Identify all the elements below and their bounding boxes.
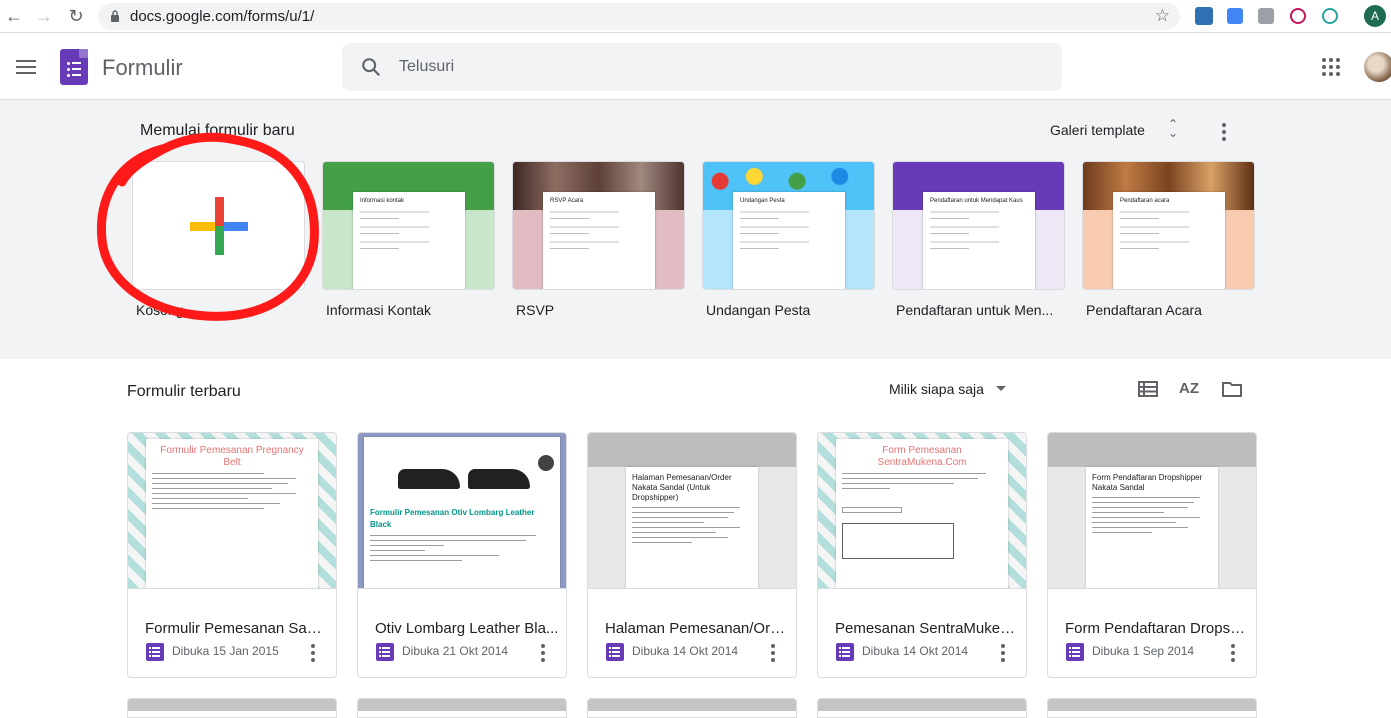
forms-file-icon [376, 643, 394, 661]
form-thumbnail: Formulir Pemesanan Otiv Lombarg Leather … [358, 433, 566, 589]
form-opened-date: Dibuka 1 Sep 2014 [1092, 644, 1195, 658]
recent-form-card[interactable]: Halaman Pemesanan/Order Nakata Sandal (U… [587, 432, 797, 678]
reload-icon[interactable]: ↻ [66, 6, 86, 26]
recent-form-card[interactable]: Form Pendaftaran Dropshipper Nakata Sand… [1047, 432, 1257, 678]
google-apps-icon[interactable] [1322, 58, 1340, 76]
forms-file-icon [836, 643, 854, 661]
form-opened-date: Dibuka 15 Jan 2015 [172, 644, 279, 658]
recent-forms-title: Formulir terbaru [127, 383, 241, 400]
thumb-title: Form Pemesanan SentraMukena.Com [877, 445, 967, 468]
template-tshirt-signup[interactable]: Pendaftaran untuk Mendapat Kaus [892, 161, 1065, 290]
search-input[interactable]: Telusuri [342, 43, 1062, 91]
address-url: docs.google.com/forms/u/1/ [130, 8, 315, 25]
template-label: Undangan Pesta [706, 302, 811, 318]
template-gallery-button[interactable]: Galeri template [1050, 122, 1145, 138]
form-more-options-icon[interactable] [1001, 644, 1005, 665]
search-placeholder: Telusuri [399, 58, 455, 75]
account-avatar[interactable] [1364, 52, 1391, 82]
template-paper-title: Undangan Pesta [740, 198, 785, 204]
thumb-title: Halaman Pemesanan/Order Nakata Sandal (U… [632, 473, 732, 502]
bookmark-star-icon[interactable]: ☆ [1155, 6, 1170, 26]
form-opened-date: Dibuka 21 Okt 2014 [402, 644, 509, 658]
recent-form-card[interactable]: Form Pemesanan SentraMukena.Com Pemesana… [817, 432, 1027, 678]
recent-form-card[interactable]: Formulir Pemesanan Pregnancy Belt Formul… [127, 432, 337, 678]
form-thumbnail: Form Pendaftaran Dropshipper Nakata Sand… [1048, 433, 1256, 589]
template-paper-title: RSVP Acara [550, 198, 584, 204]
form-thumbnail: Formulir Pemesanan Pregnancy Belt [128, 433, 336, 589]
recent-form-card-partial[interactable] [127, 698, 337, 718]
recent-form-card-partial[interactable] [587, 698, 797, 718]
template-paper-title: Informasi kontak [360, 198, 405, 204]
app-title[interactable]: Formulir [102, 55, 183, 81]
extension-badge-icon[interactable] [1290, 8, 1306, 24]
shoe-image [370, 443, 554, 507]
template-party-invite[interactable]: Undangan Pesta [702, 161, 875, 290]
browser-toolbar: ← → ↻ docs.google.com/forms/u/1/ ☆ A [0, 0, 1391, 33]
template-label: RSVP [516, 302, 555, 318]
extension-globe-icon[interactable] [1322, 8, 1338, 24]
thumb-title: Formulir Pemesanan Pregnancy Belt [160, 445, 304, 468]
address-bar[interactable]: docs.google.com/forms/u/1/ ☆ [98, 3, 1180, 30]
form-name[interactable]: Pemesanan SentraMuken... [835, 620, 1020, 637]
extension-calendar-icon[interactable] [1227, 8, 1243, 24]
form-thumbnail: Halaman Pemesanan/Order Nakata Sandal (U… [588, 433, 796, 589]
thumb-title: Form Pendaftaran Dropshipper Nakata Sand… [1092, 473, 1203, 492]
dropdown-caret-icon[interactable] [996, 386, 1006, 391]
recent-form-card-partial[interactable] [817, 698, 1027, 718]
browser-profile-avatar[interactable]: A [1364, 5, 1386, 27]
form-more-options-icon[interactable] [771, 644, 775, 665]
search-icon [362, 58, 381, 77]
lock-icon [111, 10, 119, 22]
forms-file-icon [146, 643, 164, 661]
recent-form-card-partial[interactable] [1047, 698, 1257, 718]
form-name[interactable]: Formulir Pemesanan Sabu... [145, 620, 330, 637]
annotation-circle [96, 132, 319, 321]
more-options-icon[interactable] [1222, 123, 1226, 144]
form-name[interactable]: Halaman Pemesanan/Ord... [605, 620, 790, 637]
recent-form-card[interactable]: Formulir Pemesanan Otiv Lombarg Leather … [357, 432, 567, 678]
extension-icon[interactable] [1195, 7, 1213, 25]
recent-form-card-partial[interactable] [357, 698, 567, 718]
template-label: Informasi Kontak [326, 302, 432, 318]
main-menu-icon[interactable] [16, 60, 36, 74]
template-paper-title: Pendaftaran acara [1120, 198, 1170, 204]
extension-code-icon[interactable] [1258, 8, 1274, 24]
form-opened-date: Dibuka 14 Okt 2014 [862, 644, 969, 658]
thumb-title: Formulir Pemesanan Otiv Lombarg Leather … [370, 508, 535, 529]
form-more-options-icon[interactable] [311, 644, 315, 665]
expand-collapse-icon[interactable]: ⌃ ⌄ [1168, 118, 1178, 139]
template-event-registration[interactable]: Pendaftaran acara [1082, 161, 1255, 290]
forms-file-icon [606, 643, 624, 661]
form-opened-date: Dibuka 14 Okt 2014 [632, 644, 739, 658]
template-label: Pendaftaran untuk Men... [896, 302, 1054, 318]
forward-icon[interactable]: → [34, 6, 54, 26]
form-name[interactable]: Form Pendaftaran Dropsh... [1065, 620, 1250, 637]
owner-filter-dropdown[interactable]: Milik siapa saja [889, 381, 984, 397]
template-label: Pendaftaran Acara [1086, 302, 1202, 318]
form-thumbnail: Form Pemesanan SentraMukena.Com [818, 433, 1026, 589]
template-rsvp[interactable]: RSVP Acara [512, 161, 685, 290]
form-more-options-icon[interactable] [1231, 644, 1235, 665]
form-name[interactable]: Otiv Lombarg Leather Bla... [375, 620, 560, 637]
template-paper-title: Pendaftaran untuk Mendapat Kaus [930, 198, 1023, 204]
app-header: Formulir Telusuri [0, 33, 1391, 100]
template-contact-info[interactable]: Informasi kontak [322, 161, 495, 290]
list-view-icon[interactable] [1137, 378, 1159, 400]
forms-file-icon [1066, 643, 1084, 661]
back-icon[interactable]: ← [4, 6, 24, 26]
form-more-options-icon[interactable] [541, 644, 545, 665]
folder-icon[interactable] [1221, 378, 1243, 400]
forms-logo-icon [60, 49, 88, 85]
sort-az-icon[interactable]: AZ [1179, 378, 1201, 400]
